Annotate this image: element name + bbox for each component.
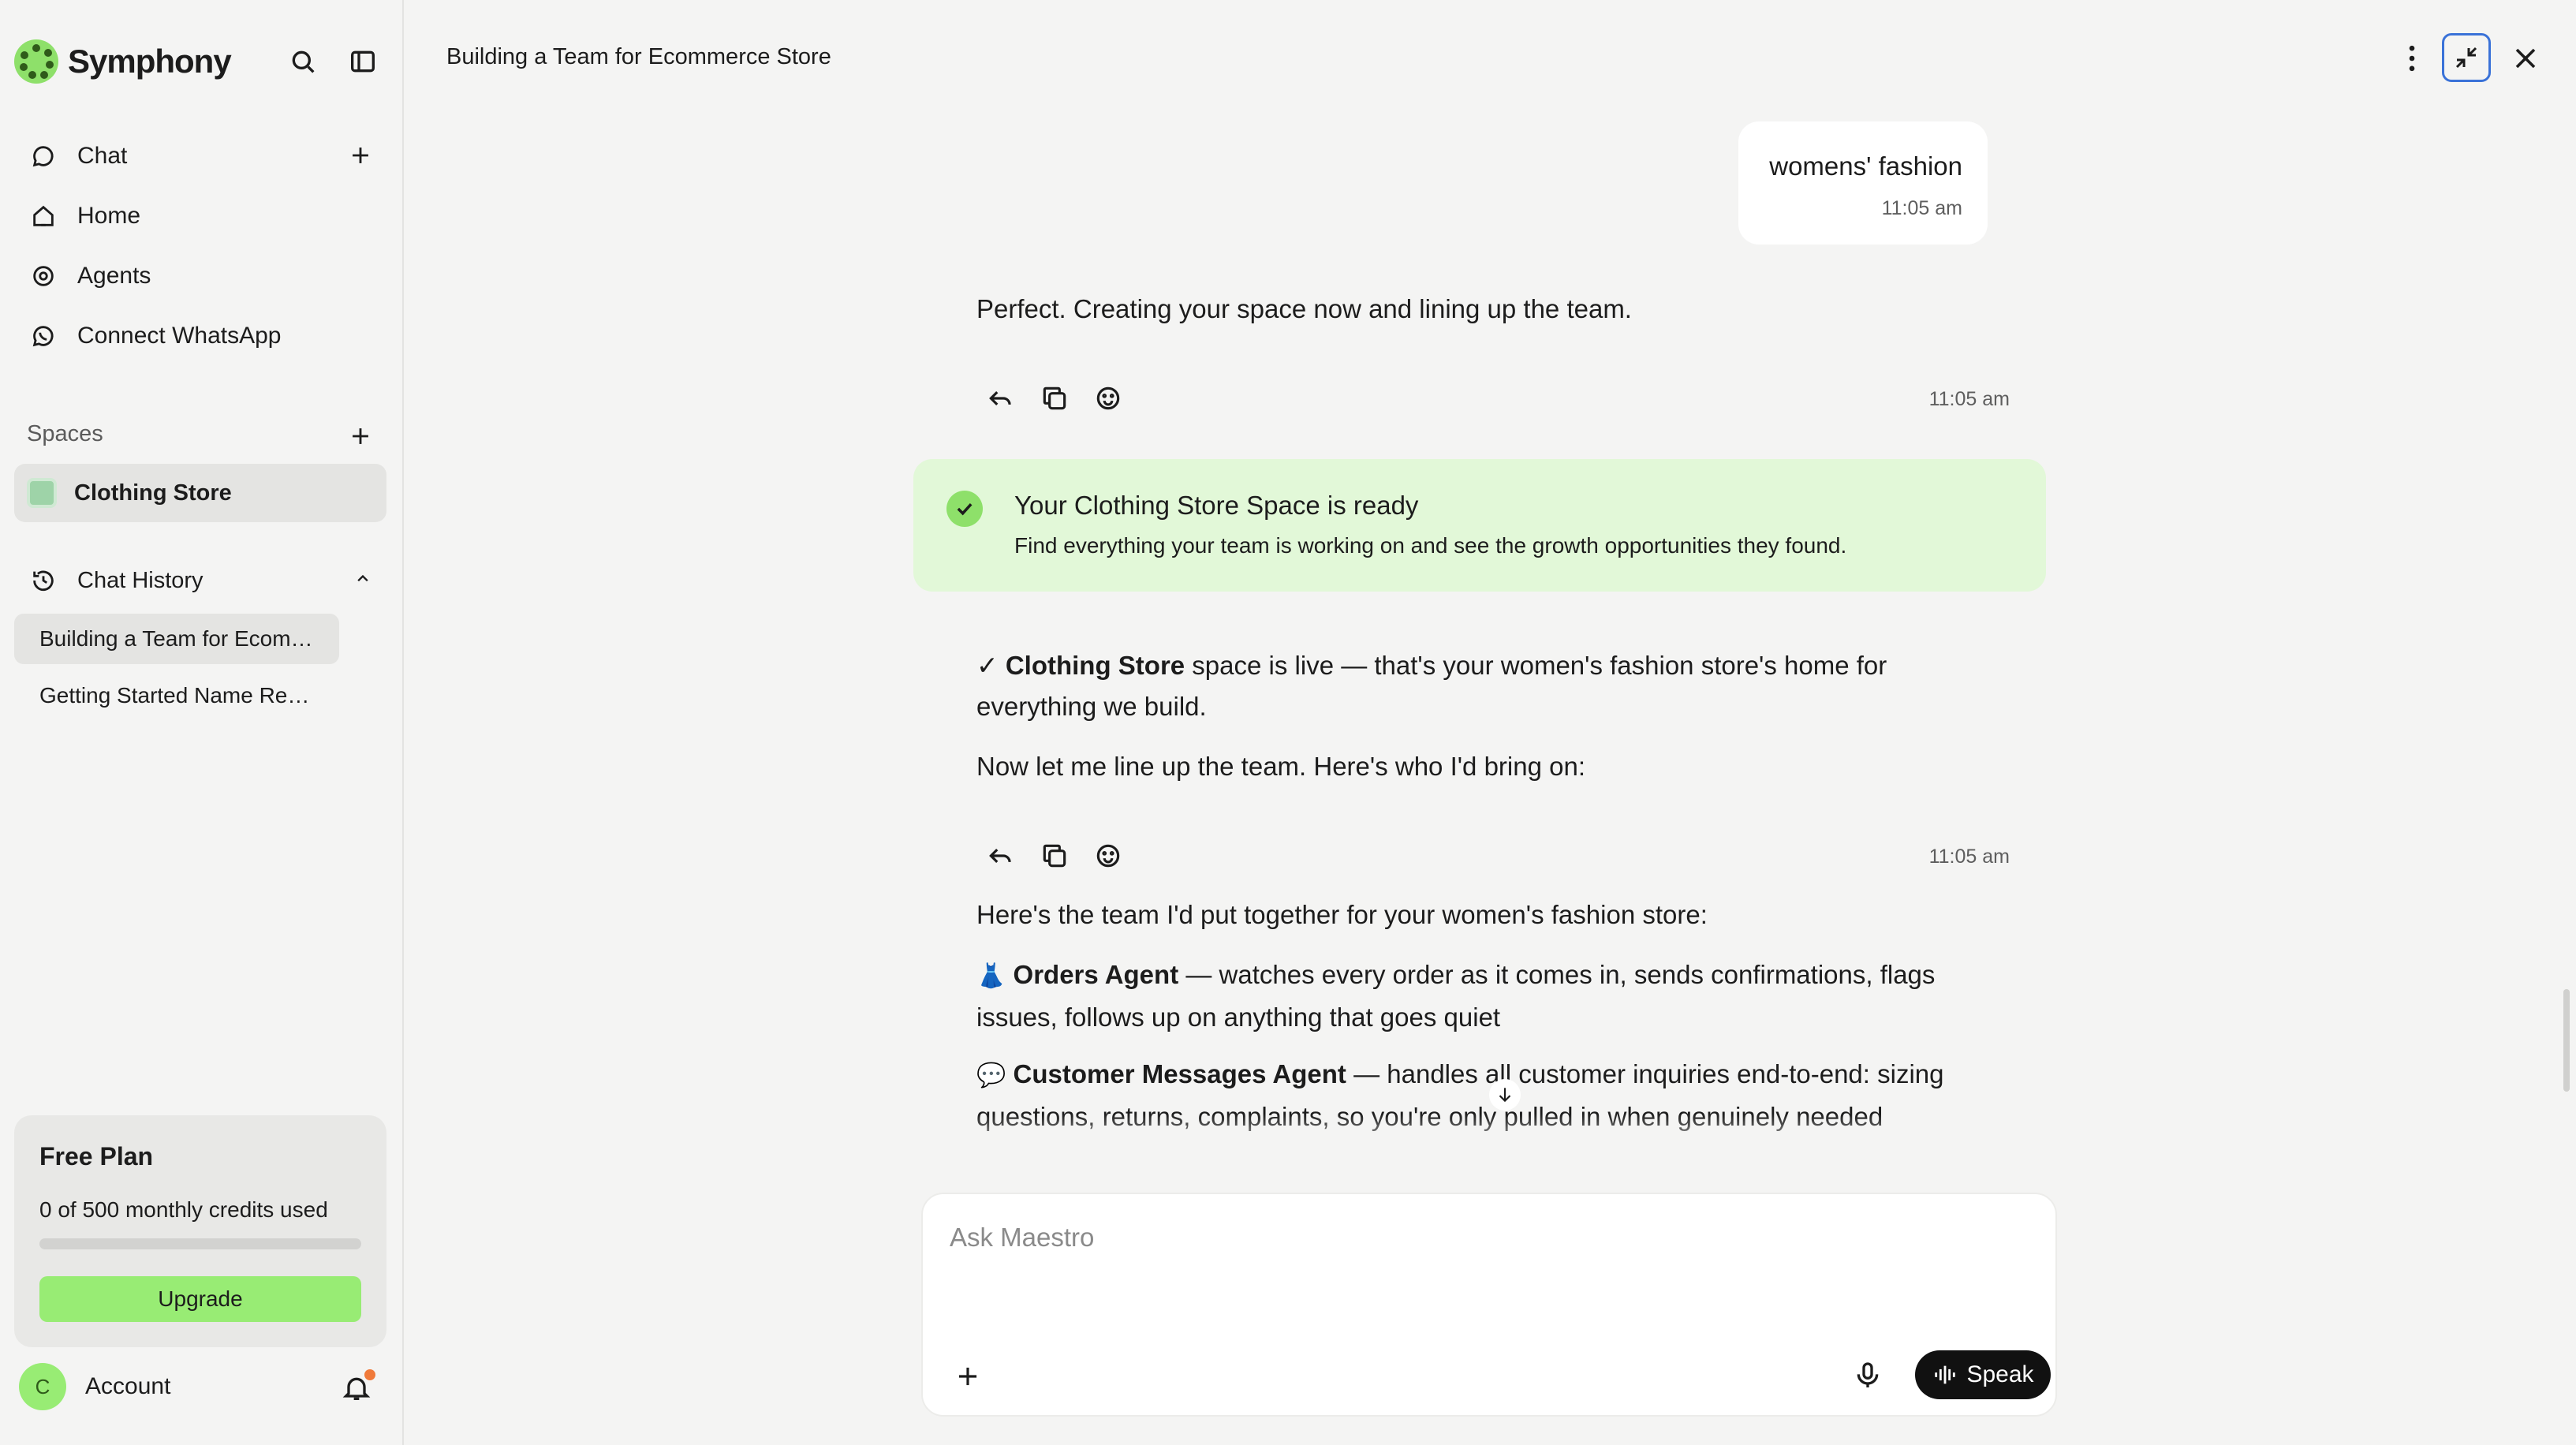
close-icon[interactable] [2508,41,2543,76]
home-icon [33,205,54,226]
add-reaction-icon[interactable] [1093,841,1123,871]
message-actions [986,383,1123,413]
more-vertical-icon[interactable] [2395,41,2429,76]
chat-title: Building a Team for Ecommerce Store [446,44,831,69]
ready-card-title: Your Clothing Store Space is ready [1014,491,1419,520]
chat-history-heading: Chat History [77,567,203,593]
minimize-button[interactable] [2442,33,2491,82]
scrollbar-thumb[interactable] [2563,989,2570,1092]
reply-icon[interactable] [986,383,1016,413]
message-timestamp: 11:05 am [1928,846,2010,868]
check-glyph: ✓ [976,651,999,680]
plan-card: Free Plan 0 of 500 monthly credits used … [14,1115,386,1347]
speak-button[interactable]: Speak [1915,1350,2051,1399]
space-name: Clothing Store [1005,651,1185,680]
user-message-text: womens' fashion [1769,151,1962,181]
whatsapp-icon [32,326,54,347]
attach-plus-icon[interactable] [953,1361,983,1391]
credits-progress-bar [39,1238,361,1249]
avatar: C [19,1363,66,1410]
history-item-label: Getting Started Name Re… [39,683,310,708]
sidebar-item-label: Chat [77,143,128,169]
speech-bubble-emoji-icon: 💬 [976,1062,1006,1088]
user-message-bubble: womens' fashion 11:05 am [1738,121,1988,245]
new-chat-plus-icon[interactable] [347,142,374,169]
sidebar-item-label: Home [77,203,141,229]
assistant-message: Here's the team I'd put together for you… [976,900,1708,929]
arrow-down-icon [1499,1088,1511,1103]
notification-dot [364,1369,375,1380]
account-button[interactable]: C Account [19,1363,170,1410]
scroll-fade [976,1114,2081,1161]
reply-icon[interactable] [986,841,1016,871]
sidebar-item-home[interactable]: Home [30,192,377,240]
history-clock-icon [33,570,54,592]
copy-icon[interactable] [1040,841,1070,871]
space-icon [27,478,57,508]
upgrade-button[interactable]: Upgrade [39,1276,361,1322]
sidebar-item-chat[interactable]: Chat [30,133,377,180]
brand[interactable]: Symphony [14,39,232,84]
space-label: Clothing Store [74,480,232,506]
assistant-message: Now let me line up the team. Here's who … [976,752,1585,781]
agent-name: Customer Messages Agent [1013,1059,1346,1088]
sidebar: Symphony Chat Home Agents Connect WhatsA… [0,0,404,1445]
sidebar-item-label: Agents [77,263,151,289]
checkmark-icon [946,491,983,527]
ready-card-subtitle: Find everything your team is working on … [1014,533,1847,558]
sidebar-item-agents[interactable]: Agents [30,252,377,300]
add-reaction-icon[interactable] [1093,383,1123,413]
message-timestamp: 11:05 am [1928,388,2010,410]
composer: Speak [921,1193,2057,1417]
microphone-icon[interactable] [1852,1360,1883,1391]
collapse-arrows-icon [2455,47,2477,69]
sidebar-item-connect-whatsapp[interactable]: Connect WhatsApp [30,312,377,360]
app-name: Symphony [68,43,232,80]
message-actions [986,841,1123,871]
sidebar-toggle-icon[interactable] [347,46,379,77]
speak-label: Speak [1966,1361,2034,1387]
history-item-label: Building a Team for Ecom… [39,626,313,651]
add-space-plus-icon[interactable] [347,423,374,450]
scroll-to-bottom-button[interactable] [1489,1079,1521,1111]
symphony-logo-icon [14,39,58,84]
plan-credits: 0 of 500 monthly credits used [39,1197,328,1222]
agent-list-item: 👗 Orders Agent — watches every order as … [976,954,1954,1038]
message-timestamp: 11:05 am [1881,197,1962,219]
dress-emoji-icon: 👗 [976,963,1006,989]
search-icon[interactable] [287,46,319,77]
agents-target-icon [33,266,54,286]
spaces-heading: Spaces [27,421,103,446]
history-item-active[interactable]: Building a Team for Ecom… [14,614,339,664]
account-label: Account [85,1373,171,1399]
waveform-icon [1935,1365,1956,1384]
copy-icon[interactable] [1040,383,1070,413]
chat-panel: Building a Team for Ecommerce Store wome… [405,0,2576,1445]
chat-bubble-icon [32,146,54,167]
space-item-clothing-store[interactable]: Clothing Store [14,464,386,522]
agent-name: Orders Agent [1013,960,1179,989]
assistant-message: ✓ Clothing Store space is live — that's … [976,645,1931,727]
assistant-message: Perfect. Creating your space now and lin… [976,294,1632,323]
ask-input[interactable] [950,1218,1975,1257]
space-ready-card[interactable]: Your Clothing Store Space is ready Find … [913,459,2046,592]
sidebar-item-label: Connect WhatsApp [77,323,282,349]
plan-title: Free Plan [39,1142,154,1171]
chevron-up-icon[interactable] [352,568,374,590]
chat-history-toggle[interactable]: Chat History [30,557,377,604]
history-item[interactable]: Getting Started Name Re… [14,670,339,721]
